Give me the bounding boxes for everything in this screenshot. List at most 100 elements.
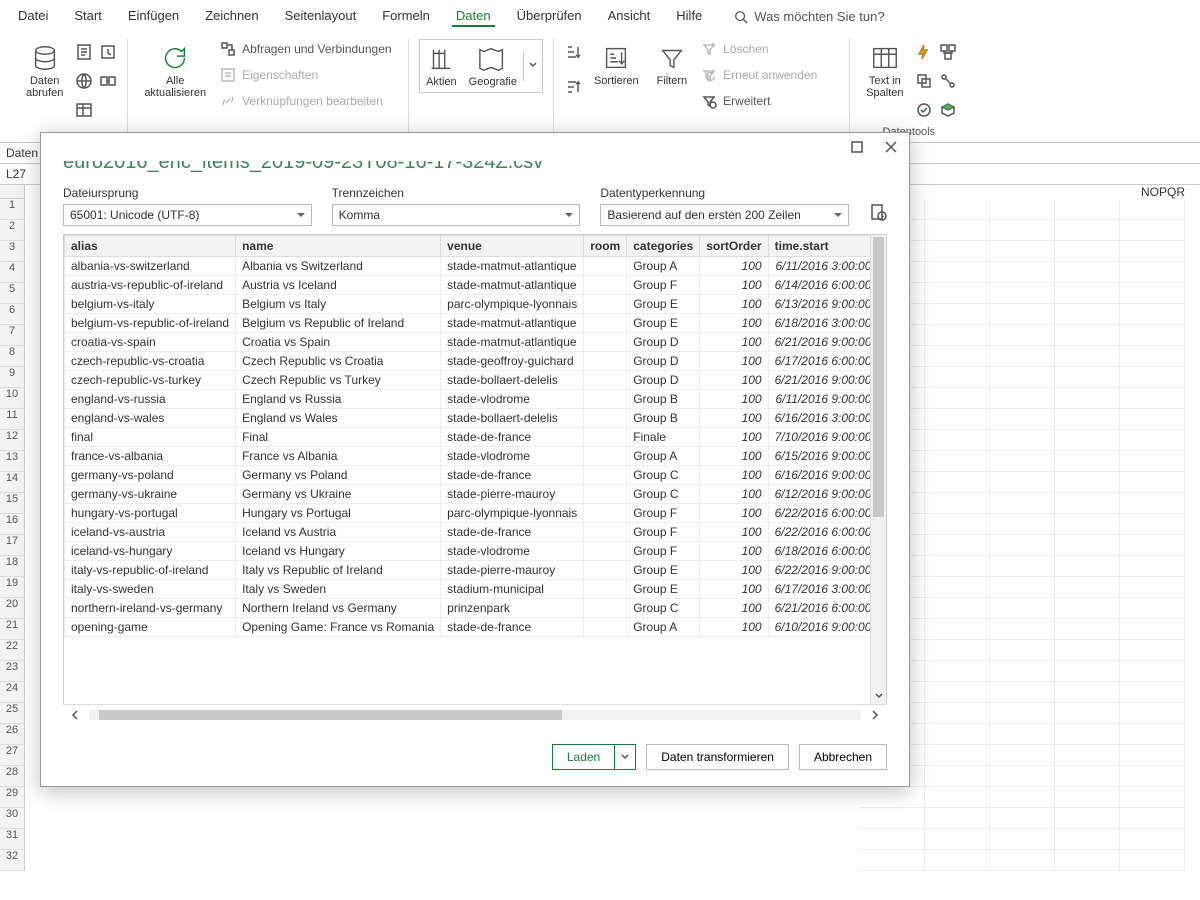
- preview-row[interactable]: france-vs-albaniaFrance vs Albaniastade-…: [65, 447, 871, 466]
- cell[interactable]: [925, 535, 990, 556]
- cell[interactable]: [990, 703, 1055, 724]
- cell[interactable]: [1055, 283, 1120, 304]
- row-header[interactable]: 8: [0, 346, 25, 367]
- from-web-icon[interactable]: [75, 72, 93, 93]
- cell[interactable]: [1120, 787, 1185, 808]
- cell[interactable]: [1055, 451, 1120, 472]
- cell[interactable]: [990, 514, 1055, 535]
- cell[interactable]: [925, 640, 990, 661]
- preview-row[interactable]: austria-vs-republic-of-irelandAustria vs…: [65, 276, 871, 295]
- row-header[interactable]: 6: [0, 304, 25, 325]
- cell[interactable]: [1055, 850, 1120, 871]
- tell-me-search[interactable]: Was möchten Sie tun?: [734, 6, 884, 27]
- preview-row[interactable]: opening-gameOpening Game: France vs Roma…: [65, 618, 871, 637]
- cell[interactable]: [860, 829, 925, 850]
- cell[interactable]: [925, 598, 990, 619]
- cell[interactable]: [925, 220, 990, 241]
- tab-seitenlayout[interactable]: Seitenlayout: [281, 6, 361, 27]
- refresh-all-button[interactable]: Alle aktualisieren: [138, 39, 212, 103]
- row-header[interactable]: 1: [0, 199, 25, 220]
- delimiter-select[interactable]: Komma: [332, 204, 581, 226]
- row-header[interactable]: 5: [0, 283, 25, 304]
- preview-row[interactable]: italy-vs-swedenItaly vs Swedenstadium-mu…: [65, 580, 871, 599]
- cell[interactable]: [1120, 829, 1185, 850]
- cell[interactable]: [1120, 409, 1185, 430]
- preview-column-header[interactable]: room: [584, 236, 627, 257]
- geography-datatype-button[interactable]: Geografie: [463, 40, 523, 92]
- cell[interactable]: [1120, 535, 1185, 556]
- cell[interactable]: [925, 787, 990, 808]
- cell[interactable]: [1120, 598, 1185, 619]
- select-all-corner[interactable]: [0, 185, 25, 199]
- preview-row[interactable]: czech-republic-vs-turkeyCzech Republic v…: [65, 371, 871, 390]
- flash-fill-icon[interactable]: [915, 43, 933, 64]
- cell[interactable]: [990, 787, 1055, 808]
- tab-ansicht[interactable]: Ansicht: [604, 6, 655, 27]
- cell[interactable]: [925, 388, 990, 409]
- cell[interactable]: [990, 619, 1055, 640]
- get-data-button[interactable]: Daten abrufen: [20, 39, 69, 103]
- cell[interactable]: [1055, 577, 1120, 598]
- cell[interactable]: [990, 304, 1055, 325]
- cell[interactable]: [1055, 493, 1120, 514]
- cell[interactable]: [1120, 430, 1185, 451]
- cell[interactable]: [990, 367, 1055, 388]
- cell[interactable]: [1120, 766, 1185, 787]
- recent-sources-icon[interactable]: [99, 43, 117, 64]
- cell[interactable]: [1120, 325, 1185, 346]
- row-header[interactable]: 23: [0, 661, 25, 682]
- cell[interactable]: [1055, 703, 1120, 724]
- cell[interactable]: [925, 766, 990, 787]
- cell[interactable]: [1120, 682, 1185, 703]
- stocks-datatype-button[interactable]: Aktien: [420, 40, 463, 92]
- preview-column-header[interactable]: time.start: [768, 236, 870, 257]
- cell[interactable]: [925, 304, 990, 325]
- cell[interactable]: [925, 808, 990, 829]
- cell[interactable]: [925, 850, 990, 871]
- cell[interactable]: [990, 577, 1055, 598]
- cell[interactable]: [990, 388, 1055, 409]
- cell[interactable]: [925, 556, 990, 577]
- cell[interactable]: [1055, 640, 1120, 661]
- data-model-icon[interactable]: [939, 101, 957, 122]
- cell[interactable]: [990, 325, 1055, 346]
- load-button[interactable]: Laden: [552, 744, 615, 770]
- cell[interactable]: [1055, 535, 1120, 556]
- cell[interactable]: [1055, 682, 1120, 703]
- cell[interactable]: [925, 829, 990, 850]
- cell[interactable]: [990, 262, 1055, 283]
- preview-column-header[interactable]: categories: [627, 236, 700, 257]
- cell[interactable]: [1120, 262, 1185, 283]
- cell[interactable]: [1055, 367, 1120, 388]
- cell[interactable]: [990, 451, 1055, 472]
- close-button[interactable]: [879, 137, 903, 157]
- row-header[interactable]: 7: [0, 325, 25, 346]
- preview-row[interactable]: northern-ireland-vs-germanyNorthern Irel…: [65, 599, 871, 618]
- cell[interactable]: [990, 283, 1055, 304]
- cell[interactable]: [1120, 850, 1185, 871]
- cell[interactable]: [1120, 514, 1185, 535]
- cell[interactable]: [1055, 241, 1120, 262]
- tab-formeln[interactable]: Formeln: [378, 6, 434, 27]
- cell[interactable]: [925, 283, 990, 304]
- preview-row[interactable]: iceland-vs-austriaIceland vs Austriastad…: [65, 523, 871, 542]
- cell[interactable]: [1120, 451, 1185, 472]
- cell[interactable]: [1120, 367, 1185, 388]
- cell[interactable]: [925, 514, 990, 535]
- cell[interactable]: [925, 724, 990, 745]
- text-to-columns-button[interactable]: Text in Spalten: [860, 39, 909, 103]
- tab-start[interactable]: Start: [70, 6, 105, 27]
- preview-row[interactable]: iceland-vs-hungaryIceland vs Hungarystad…: [65, 542, 871, 561]
- cell[interactable]: [990, 535, 1055, 556]
- cell[interactable]: [925, 661, 990, 682]
- cell[interactable]: [925, 619, 990, 640]
- cell[interactable]: [925, 367, 990, 388]
- row-header[interactable]: 18: [0, 556, 25, 577]
- cell[interactable]: [1055, 745, 1120, 766]
- row-header[interactable]: 2: [0, 220, 25, 241]
- cell[interactable]: [1120, 661, 1185, 682]
- preview-row[interactable]: croatia-vs-spainCroatia vs Spainstade-ma…: [65, 333, 871, 352]
- col-header[interactable]: Q: [1167, 185, 1176, 199]
- cell[interactable]: [1055, 514, 1120, 535]
- tab-daten[interactable]: Daten: [452, 6, 495, 27]
